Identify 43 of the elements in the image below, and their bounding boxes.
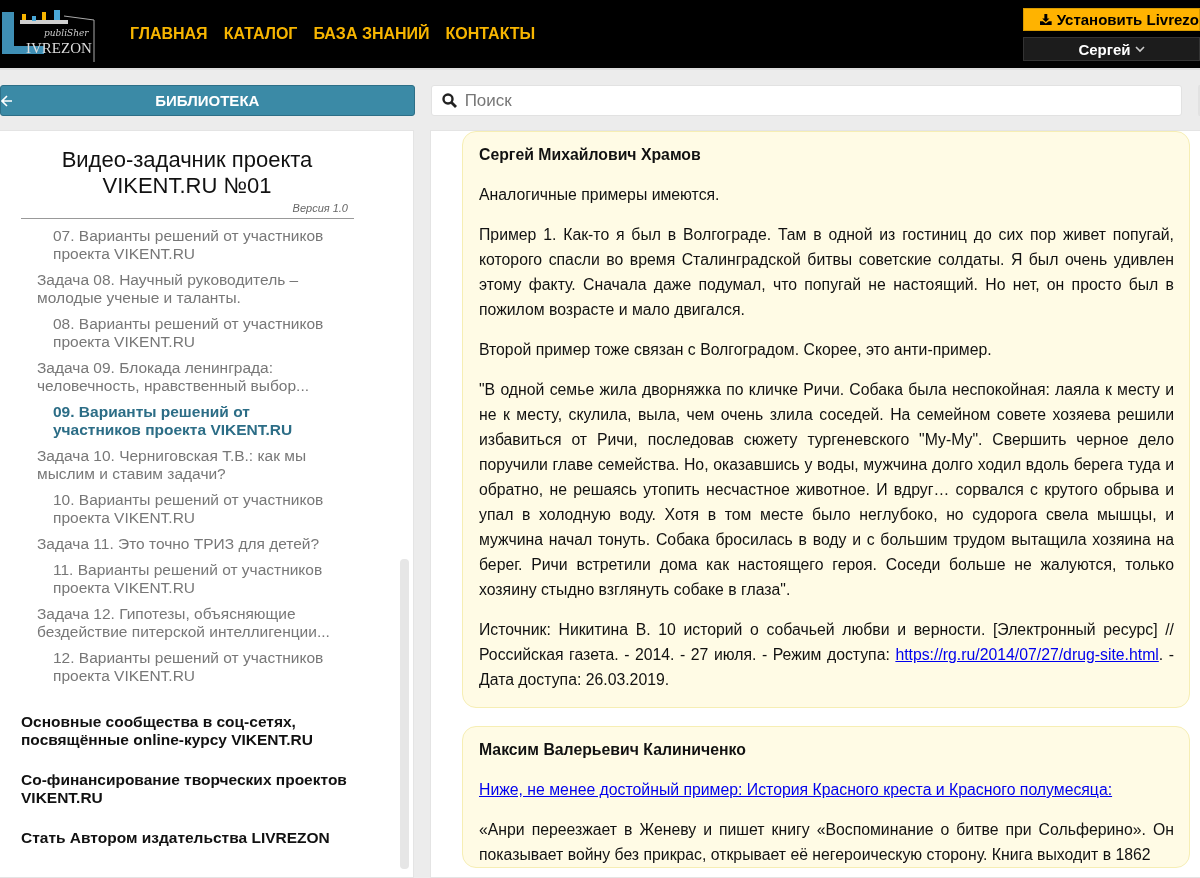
- version-label: Версия 1.0: [291, 202, 348, 214]
- toc-item[interactable]: 08. Варианты решений от участников проекта VIKENT.RU: [0, 311, 340, 355]
- logo[interactable]: publiSher IVREZON: [0, 4, 100, 64]
- install-button[interactable]: Установить Livrezo: [1023, 8, 1200, 31]
- toc-item[interactable]: Задача 11. Это точно ТРИЗ для детей?: [0, 531, 340, 557]
- search-input[interactable]: Поиск: [462, 89, 1181, 112]
- comment-paragraph: Аналогичные примеры имеются.: [479, 185, 721, 205]
- comment-paragraph: "В одной семье жила дворняжка по кличке Ричи. Собака была неспокойная: лаяла к месту и не к месту, скулила, выла, чем очень злила соседей. На семейном совете хозяева решили избавиться от Ричи, последовав сюжету тургеневского "Му-Му". Свершить черное дело поручили главе семейства. Но, оказавшись у воды, мужчина долго ходил вдоль берега туда и обратно, не решаясь утопить несчастное животное. И вдруг… сорвался с крутого обрыва и упал в холодную воду. Хотя в том месте было неглубоко, но судорога свела мышцы, и мужчина начал тонуть. Собака бросилась в воду и с большим трудом вытащила хозяина на берег. Ричи встретили дома как настоящего героя. Соседи больше не жалуются, только хозяину стыдно взглянуть собаке в глаза".: [479, 380, 1174, 600]
- logo-tagline: publiSher: [44, 28, 89, 38]
- toc-item[interactable]: 11. Варианты решений от участников проекта VIKENT.RU: [0, 557, 340, 601]
- toc-item[interactable]: Задача 10. Черниговская Т.В.: как мы мыслим и ставим задачи?: [0, 443, 340, 487]
- library-title: Видео-задачник проекта VIKENT.RU №01: [60, 147, 314, 199]
- comment-paragraph: Второй пример тоже связан с Волгоградом. Скорее, это анти-пример.: [479, 340, 993, 360]
- source-citation: Источник: Никитина В. 10 историй о собачьей любви и верности. [Электронный ресурс] // Российская газета. - 2014. - 27 июля. - Режим доступа: https://rg.ru/2014/07/27/drug-site.html. - Дата доступа: 26.03.2019.: [479, 620, 1174, 690]
- search-icon: [441, 93, 457, 108]
- library-button[interactable]: БИБЛИОТЕКА: [0, 85, 415, 116]
- toc-item[interactable]: Задача 12. Гипотезы, объясняющие бездействие питерской интеллигенции...: [0, 601, 340, 645]
- nav-link[interactable]: БАЗА ЗНАНИЙ: [313, 25, 430, 43]
- sidebar-link[interactable]: Стать Автором издательства LIVREZON: [0, 829, 354, 847]
- user-menu[interactable]: Сергей: [1023, 37, 1200, 61]
- comment-author: Максим Валерьевич Калиниченко: [479, 740, 747, 760]
- comment-link[interactable]: Ниже, не менее достойный пример: История Красного креста и Красного полумесяца:: [479, 781, 1113, 798]
- nav-link[interactable]: КАТАЛОГ: [223, 25, 298, 43]
- sidebar-link[interactable]: Основные сообщества в соц-сетях, посвящённые online-курсу VIKENT.RU: [0, 713, 354, 749]
- toc-item[interactable]: 09. Варианты решений от участников проекта VIKENT.RU: [0, 399, 340, 443]
- toc-item[interactable]: 07. Варианты решений от участников проекта VIKENT.RU: [0, 223, 340, 267]
- nav-link[interactable]: КОНТАКТЫ: [445, 25, 536, 43]
- toc-item[interactable]: 10. Варианты решений от участников проекта VIKENT.RU: [0, 487, 340, 531]
- logo-wordmark: IVREZON: [26, 40, 92, 57]
- scrollbar[interactable]: [400, 559, 409, 869]
- source-link[interactable]: https://rg.ru/2014/07/27/drug-site.html: [895, 646, 1159, 663]
- download-icon: [1040, 12, 1052, 27]
- arrow-left-icon: [1, 94, 13, 108]
- chevron-down-icon: [1134, 45, 1145, 53]
- toc-item[interactable]: 12. Варианты решений от участников проекта VIKENT.RU: [0, 645, 340, 689]
- comment-paragraph: «Анри переезжает в Женеву и пишет книгу «Воспоминание о битве при Сольферино». Он показывает войну без прикрас, открывает её негероическую сторону. Книга выходит в 1862: [479, 820, 1174, 865]
- search-field[interactable]: Поиск: [430, 85, 1182, 116]
- toc-item[interactable]: Задача 08. Научный руководитель – молодые ученые и таланты.: [0, 267, 340, 311]
- toc-item[interactable]: Задача 09. Блокада ленинграда: человечность, нравственный выбор...: [0, 355, 340, 399]
- nav-link[interactable]: ГЛАВНАЯ: [130, 25, 208, 43]
- comment-paragraph: Пример 1. Как-то я был в Волгограде. Там в одной из гостиниц до сих пор живет попугай, которого спасли во время Сталинградской битвы советские солдаты. Я был очень удивлен этому факту. Сначала даже подумал, что попугай не настоящий. Но нет, он просто был в пожилом возрасте и мало двигался.: [479, 225, 1174, 320]
- sidebar-link[interactable]: Со-финансирование творческих проектов VIKENT.RU: [0, 771, 354, 807]
- comment-author: Сергей Михайлович Храмов: [479, 145, 702, 165]
